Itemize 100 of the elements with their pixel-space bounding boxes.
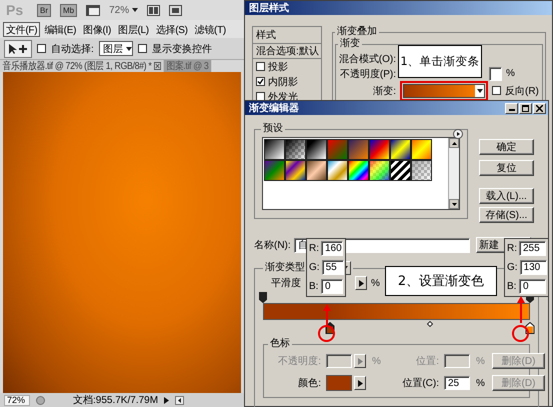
gradient-swatch[interactable]	[369, 139, 390, 160]
checkbox-label: 自动选择:	[51, 42, 94, 56]
screen-mode-icon[interactable]	[169, 4, 182, 16]
dialog-button[interactable]: 确定	[479, 139, 534, 155]
style-list-item[interactable]: 投影	[268, 60, 288, 74]
gradient-swatch[interactable]	[306, 139, 327, 160]
dialog-button[interactable]: 复位	[479, 160, 534, 176]
scrollbar[interactable]	[448, 138, 459, 209]
close-button[interactable]	[533, 102, 546, 114]
field-label: 渐变:	[372, 84, 396, 98]
opacity-field[interactable]	[489, 66, 502, 80]
callout: 2、设置渐变色	[385, 266, 497, 296]
gradient-swatch[interactable]	[390, 160, 411, 181]
color-value-field[interactable]: 55	[322, 260, 344, 275]
dialog-button[interactable]: 载入(L)...	[479, 188, 534, 204]
play-icon	[164, 396, 170, 404]
group-title: 渐变	[339, 38, 361, 50]
gradient-swatch[interactable]	[348, 160, 369, 181]
field-label: 不透明度:	[277, 354, 322, 368]
menu-item[interactable]: 图像(I)	[80, 22, 114, 36]
play-icon	[358, 380, 362, 386]
bridge-button[interactable]: Br	[37, 4, 51, 16]
gradient-swatch[interactable]	[327, 139, 348, 160]
gradient-swatch[interactable]	[327, 160, 348, 181]
gradient-swatch[interactable]	[306, 160, 327, 181]
checkbox[interactable]	[256, 62, 265, 71]
document-size: 文档:955.7K/7.79M	[73, 394, 158, 407]
menu-item[interactable]: 文件(F)	[3, 22, 40, 36]
checkbox-label: 反向(R)	[505, 84, 539, 98]
menu-item[interactable]: 图层(L)	[115, 22, 152, 36]
maximize-icon	[522, 104, 529, 112]
gradient-swatch[interactable]	[411, 160, 432, 181]
window-title: 图层样式	[249, 2, 289, 15]
checkbox[interactable]	[138, 44, 147, 53]
gradient-swatch[interactable]	[285, 139, 306, 160]
gradient-swatch[interactable]	[264, 139, 285, 160]
gradient-swatch[interactable]	[264, 160, 285, 181]
field-label: B:	[507, 281, 517, 292]
gradient-swatch[interactable]	[369, 160, 390, 181]
field-label: 混合模式(O):	[338, 52, 396, 66]
gradient-swatch[interactable]	[411, 139, 432, 160]
gradient-swatch[interactable]	[285, 160, 306, 181]
group-title: 色标	[269, 338, 291, 350]
maximize-button[interactable]	[519, 102, 532, 114]
color-value-field[interactable]: 255	[519, 241, 546, 256]
arrow	[323, 304, 331, 325]
dialog-button[interactable]: 存储(S)...	[479, 207, 534, 223]
scroll-left-icon[interactable]	[175, 396, 184, 404]
menu-item[interactable]: 选择(S)	[152, 22, 191, 36]
close-icon[interactable]	[154, 62, 162, 70]
color-value-field[interactable]: 130	[520, 260, 547, 275]
gradient-swatch[interactable]	[348, 139, 369, 160]
document-tab[interactable]: 音乐播放器.tif @ 72% (图层 1, RGB/8#) *	[0, 60, 164, 72]
field-label: R:	[507, 243, 517, 254]
minimize-button[interactable]	[505, 102, 518, 114]
zoom-field[interactable]: 72%	[4, 394, 30, 406]
move-tool-button[interactable]	[4, 40, 32, 58]
play-icon	[358, 280, 364, 286]
layer-select[interactable]: 图层	[98, 41, 133, 56]
color-value-field[interactable]: 0	[519, 279, 546, 294]
scroll-up-icon[interactable]	[452, 142, 456, 144]
checkbox[interactable]	[37, 44, 46, 53]
unit-label: %	[371, 356, 382, 366]
scroll-down-icon[interactable]	[452, 202, 456, 206]
checkbox[interactable]	[256, 77, 265, 86]
field-label: 平滑度	[271, 276, 301, 290]
color-value-field[interactable]: 160	[321, 241, 343, 256]
status-icon	[36, 396, 45, 404]
field-label: 名称(N):	[254, 239, 292, 252]
menu-item[interactable]: 编辑(E)	[41, 22, 80, 36]
field-label: G:	[507, 262, 518, 273]
color-stop[interactable]	[526, 322, 534, 334]
opacity-stop[interactable]	[259, 292, 267, 303]
menu-item[interactable]: 滤镜(T)	[192, 22, 229, 36]
field-label: B:	[309, 281, 319, 292]
view-extras-icon[interactable]	[86, 4, 100, 16]
checkbox-label: 显示变换控件	[152, 42, 212, 56]
unit-label: %	[475, 378, 486, 388]
app-logo: Ps	[6, 2, 24, 18]
field-label: G:	[309, 262, 320, 273]
color-value-field[interactable]: 0	[321, 279, 343, 294]
unit-label: %	[371, 278, 380, 288]
move-tool-icon	[8, 42, 28, 54]
group-title: 渐变类型	[265, 262, 305, 274]
arrow	[517, 296, 525, 323]
callout: 1、单击渐变条	[398, 45, 482, 78]
zoom-dropdown[interactable]: 72%	[109, 4, 138, 16]
highlight-circle	[512, 325, 529, 342]
field-label: 位置(C):	[401, 376, 440, 390]
position-field[interactable]	[444, 354, 470, 368]
window-title: 渐变编辑器	[249, 101, 299, 115]
unit-label: %	[506, 68, 515, 79]
mini-bridge-button[interactable]: Mb	[60, 4, 78, 16]
unit-label: %	[475, 356, 486, 366]
field-label: R:	[309, 243, 319, 254]
arrange-icon[interactable]	[147, 4, 160, 16]
style-list-item[interactable]: 内阴影	[268, 74, 298, 88]
gradient-swatch[interactable]	[390, 139, 411, 160]
group-title: 渐变叠加	[336, 26, 378, 38]
checkbox[interactable]	[492, 86, 501, 95]
